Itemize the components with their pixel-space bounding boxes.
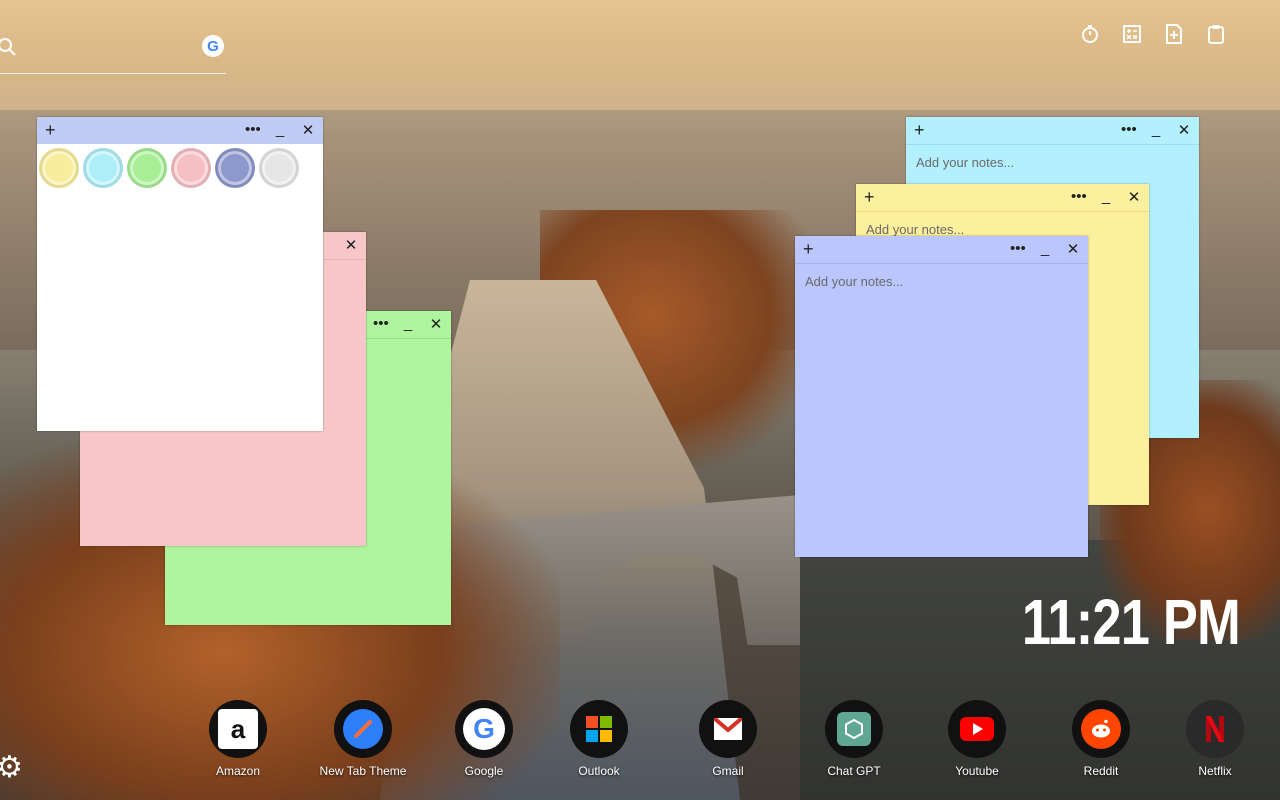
dock-label: New Tab Theme <box>319 764 407 778</box>
color-swatch[interactable] <box>39 148 79 188</box>
dock-item-netflix[interactable]: Netflix <box>1155 700 1275 778</box>
minimize-icon[interactable]: _ <box>1099 188 1113 206</box>
minimize-icon[interactable]: _ <box>1149 121 1163 139</box>
settings-gear-icon[interactable]: ⚙ <box>0 750 23 785</box>
color-swatch[interactable] <box>83 148 123 188</box>
more-options-icon[interactable]: ••• <box>1010 240 1026 258</box>
clock: 11:21 PM <box>1021 586 1241 658</box>
minimize-icon[interactable]: _ <box>401 315 415 333</box>
minimize-icon[interactable]: _ <box>273 121 287 139</box>
clipboard-icon[interactable] <box>1204 22 1228 46</box>
note-header: + ••• _ ✕ <box>906 117 1199 145</box>
dock-item-reddit[interactable]: Reddit <box>1041 700 1161 778</box>
search-input[interactable] <box>22 38 196 62</box>
dock-item-gmail[interactable]: Gmail <box>668 700 788 778</box>
dock-label: Chat GPT <box>827 764 881 778</box>
search-icon[interactable] <box>0 36 18 65</box>
more-options-icon[interactable]: ••• <box>245 121 261 139</box>
add-note-button[interactable]: + <box>803 239 814 260</box>
note-text-area[interactable]: Add your notes... <box>795 264 1088 299</box>
dock-label: Youtube <box>955 764 999 778</box>
add-note-button[interactable]: + <box>864 187 875 208</box>
dock-label: Google <box>464 764 504 778</box>
outlook-icon <box>570 700 628 758</box>
dock-item-chatgpt[interactable]: Chat GPT <box>794 700 914 778</box>
google-search-icon[interactable]: G <box>202 35 224 57</box>
dock-item-youtube[interactable]: Youtube <box>917 700 1037 778</box>
search-bar <box>0 28 226 74</box>
chatgpt-icon <box>825 700 883 758</box>
color-swatches <box>37 144 323 188</box>
add-note-icon[interactable] <box>1162 22 1186 46</box>
google-icon: G <box>455 700 513 758</box>
close-icon[interactable]: ✕ <box>344 236 358 254</box>
calculator-icon[interactable] <box>1120 22 1144 46</box>
dock-label: Reddit <box>1083 764 1119 778</box>
more-options-icon[interactable]: ••• <box>1121 121 1137 139</box>
dock-item-outlook[interactable]: Outlook <box>539 700 659 778</box>
sticky-note-color-picker[interactable]: + ••• _ ✕ <box>37 117 323 431</box>
close-icon[interactable]: ✕ <box>1066 240 1080 258</box>
close-icon[interactable]: ✕ <box>1177 121 1191 139</box>
reddit-icon <box>1072 700 1130 758</box>
youtube-icon <box>948 700 1006 758</box>
note-header: + ••• _ ✕ <box>856 184 1149 212</box>
dock-label: Gmail <box>712 764 744 778</box>
dock-label: Amazon <box>215 764 261 778</box>
note-header: + ••• _ ✕ <box>37 117 323 144</box>
more-options-icon[interactable]: ••• <box>373 315 389 333</box>
color-swatch[interactable] <box>171 148 211 188</box>
close-icon[interactable]: ✕ <box>1127 188 1141 206</box>
new-tab-theme-icon <box>334 700 392 758</box>
close-icon[interactable]: ✕ <box>429 315 443 333</box>
add-note-button[interactable]: + <box>914 120 925 141</box>
sticky-note-blue[interactable]: + ••• _ ✕ Add your notes... <box>795 236 1088 557</box>
timer-icon[interactable] <box>1078 22 1102 46</box>
toolbar <box>1078 22 1228 46</box>
more-options-icon[interactable]: ••• <box>1071 188 1087 206</box>
note-text-area[interactable]: Add your notes... <box>906 145 1199 180</box>
amazon-icon: a <box>209 700 267 758</box>
dock-item-google[interactable]: G Google <box>424 700 544 778</box>
dock-item-new-tab-theme[interactable]: New Tab Theme <box>303 700 423 778</box>
color-swatch[interactable] <box>215 148 255 188</box>
note-header: + ••• _ ✕ <box>795 236 1088 264</box>
color-swatch[interactable] <box>127 148 167 188</box>
color-swatch[interactable] <box>259 148 299 188</box>
add-note-button[interactable]: + <box>45 120 56 141</box>
dock-label: Netflix <box>1198 764 1232 778</box>
dock-label: Outlook <box>578 764 620 778</box>
gmail-icon <box>699 700 757 758</box>
close-icon[interactable]: ✕ <box>301 121 315 139</box>
netflix-icon <box>1186 700 1244 758</box>
dock-item-amazon[interactable]: a Amazon <box>178 700 298 778</box>
minimize-icon[interactable]: _ <box>1038 240 1052 258</box>
